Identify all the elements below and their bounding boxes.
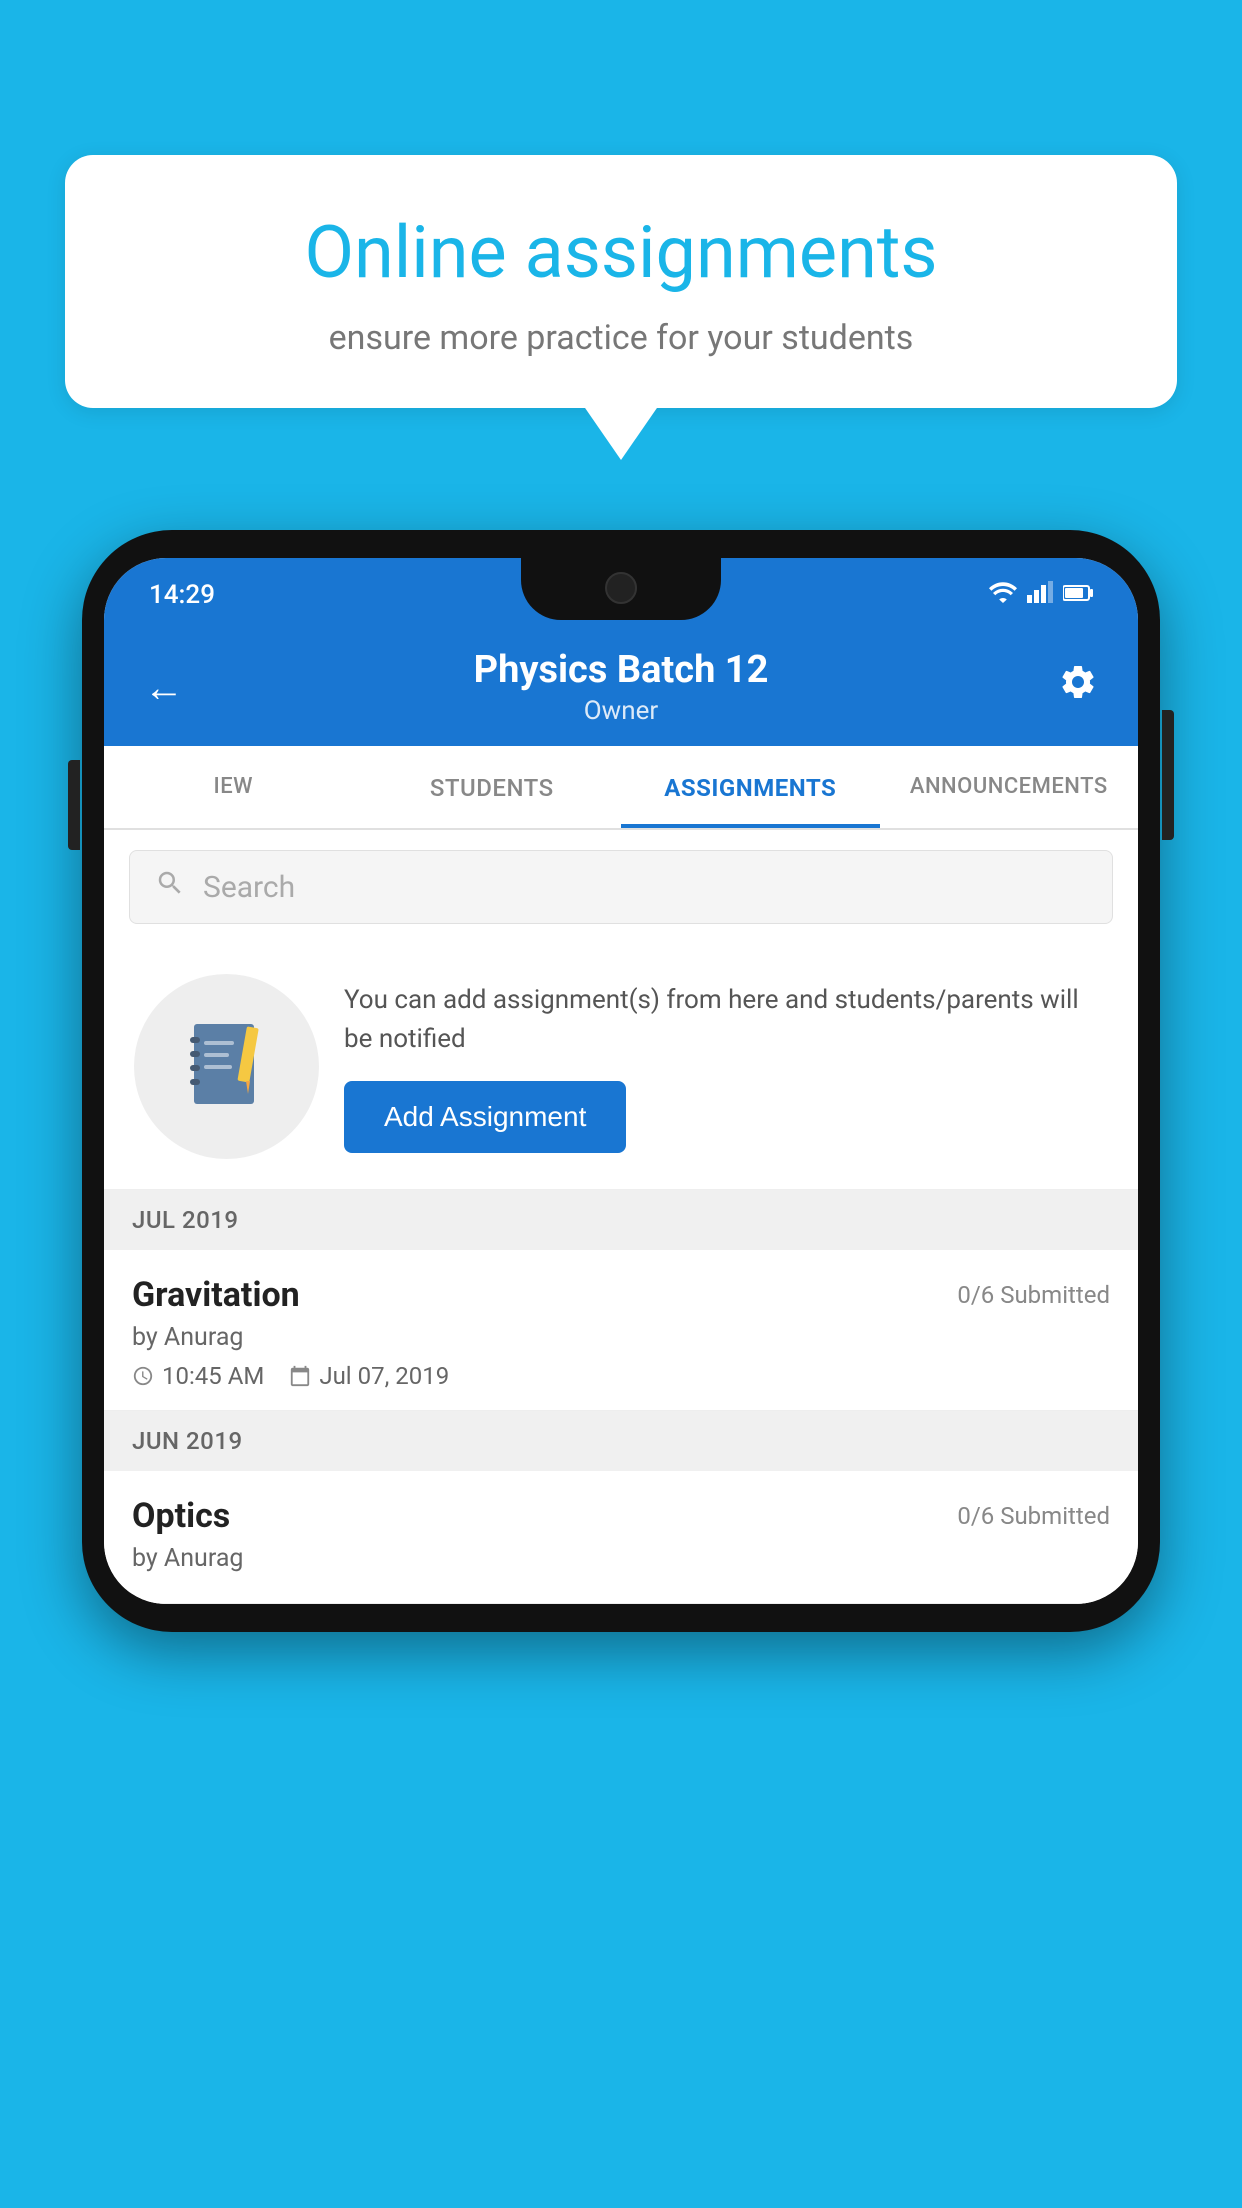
search-container: Search [104,830,1138,944]
assignment-item-optics[interactable]: Optics 0/6 Submitted by Anurag [104,1471,1138,1604]
assignment-banner: You can add assignment(s) from here and … [104,944,1138,1190]
back-button[interactable]: ← [144,664,184,711]
assignment-by: by Anurag [132,1323,1110,1352]
tab-assignments[interactable]: ASSIGNMENTS [621,746,880,828]
assignment-by-optics: by Anurag [132,1544,1110,1573]
bubble-subtitle: ensure more practice for your students [125,318,1117,358]
assignment-submitted-optics: 0/6 Submitted [957,1502,1110,1530]
assignment-item-top: Gravitation 0/6 Submitted [132,1275,1110,1315]
notebook-icon [184,1019,269,1114]
tab-students[interactable]: STUDENTS [363,746,622,828]
assignment-item-gravitation[interactable]: Gravitation 0/6 Submitted by Anurag 10:4… [104,1250,1138,1411]
phone-device: 14:29 [82,530,1160,1632]
header-subtitle: Owner [184,696,1058,726]
bubble-title: Online assignments [125,210,1117,296]
tabs-bar: IEW STUDENTS ASSIGNMENTS ANNOUNCEMENTS [104,746,1138,830]
assignment-name: Gravitation [132,1275,300,1315]
tab-iew[interactable]: IEW [104,746,363,828]
assignment-icon-circle [134,974,319,1159]
calendar-icon [289,1365,311,1387]
phone-side-button-right [1162,710,1174,840]
wifi-icon [989,581,1017,609]
app-header: ← Physics Batch 12 Owner [104,626,1138,746]
header-center: Physics Batch 12 Owner [184,648,1058,726]
speech-bubble: Online assignments ensure more practice … [65,155,1177,408]
assignment-date: Jul 07, 2019 [289,1362,449,1390]
assignment-submitted: 0/6 Submitted [957,1281,1110,1309]
assignment-meta: 10:45 AM Jul 07, 2019 [132,1362,1110,1390]
battery-icon [1063,583,1093,608]
search-placeholder: Search [203,870,295,905]
search-icon [155,867,185,907]
signal-icon [1027,581,1053,609]
phone-wrapper: 14:29 [82,530,1160,1632]
assignment-name-optics: Optics [132,1496,230,1536]
assignment-description: You can add assignment(s) from here and … [344,981,1108,1059]
header-title: Physics Batch 12 [184,648,1058,692]
add-assignment-button[interactable]: Add Assignment [344,1081,626,1153]
status-time: 14:29 [149,580,215,610]
status-icons [989,581,1093,609]
settings-button[interactable] [1058,662,1098,712]
assignment-item-top-optics: Optics 0/6 Submitted [132,1496,1110,1536]
section-header-jun: JUN 2019 [104,1411,1138,1471]
phone-screen: 14:29 [104,558,1138,1604]
search-bar[interactable]: Search [129,850,1113,924]
assignment-info: You can add assignment(s) from here and … [344,981,1108,1153]
phone-side-button-left [68,760,80,850]
assignment-time: 10:45 AM [132,1362,264,1390]
speech-bubble-container: Online assignments ensure more practice … [65,155,1177,408]
section-header-jul: JUL 2019 [104,1190,1138,1250]
clock-icon [132,1365,154,1387]
status-bar: 14:29 [104,558,1138,626]
tab-announcements[interactable]: ANNOUNCEMENTS [880,746,1139,828]
